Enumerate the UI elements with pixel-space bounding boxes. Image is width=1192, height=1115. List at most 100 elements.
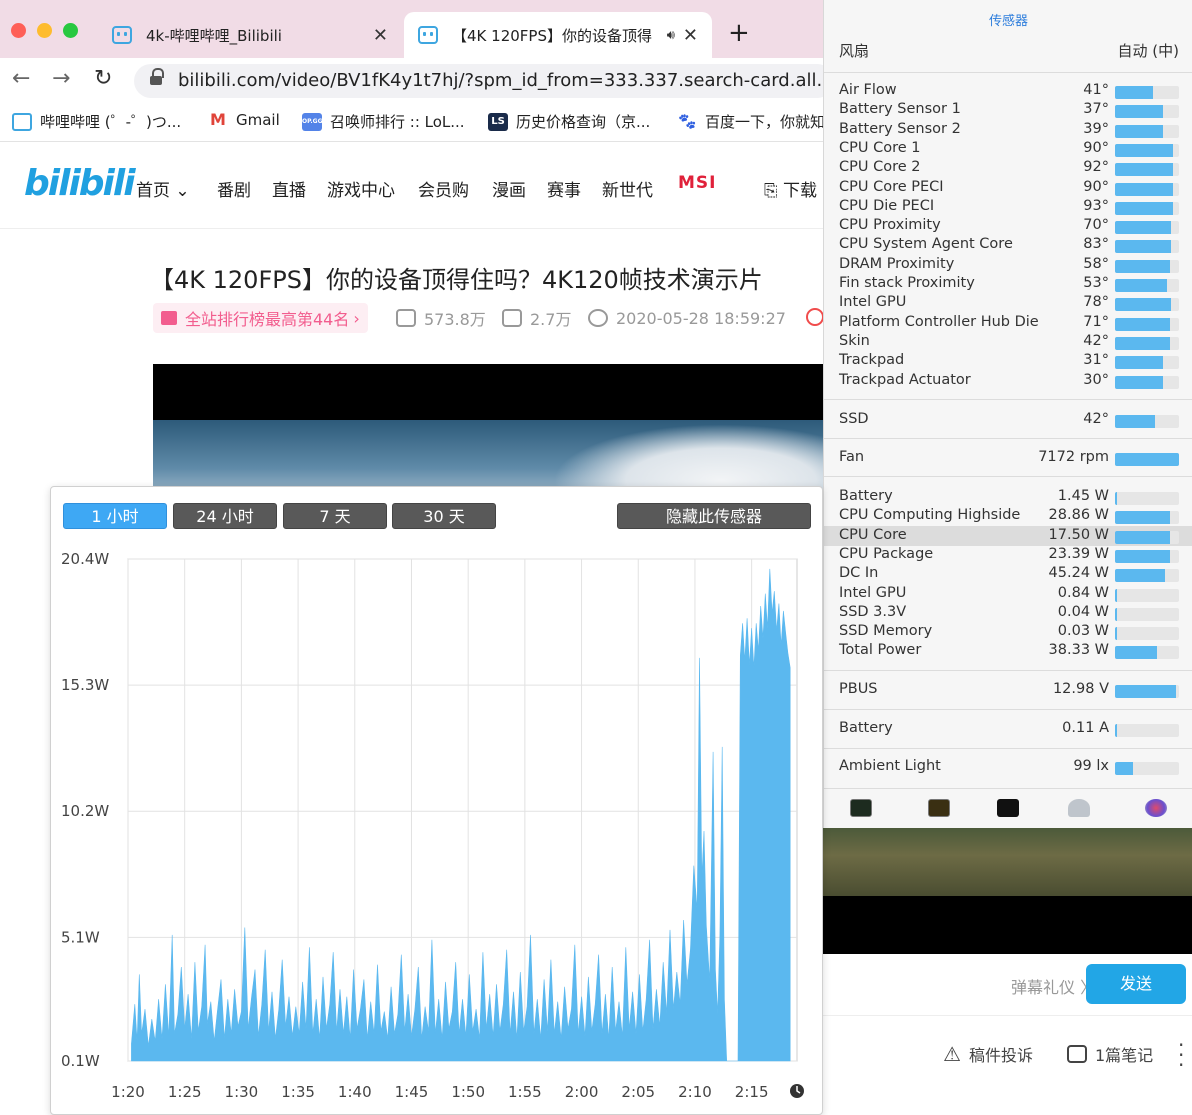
sensor-row-power[interactable]: Battery 1.45 W — [839, 488, 1179, 507]
terminal-icon[interactable] — [997, 799, 1019, 817]
sensor-row-ssd[interactable]: SSD 42° — [839, 411, 1179, 430]
sensor-level-fill — [1115, 201, 1173, 215]
sensor-name: DRAM Proximity — [839, 255, 955, 272]
sensor-row-temperature[interactable]: Trackpad 31° — [839, 352, 1179, 371]
nav-new-era[interactable]: 新世代 — [602, 176, 653, 201]
close-icon[interactable]: ✕ — [683, 25, 698, 46]
nav-live[interactable]: 直播 — [272, 176, 306, 201]
sensor-row-temperature[interactable]: CPU Core PECI 90° — [839, 179, 1179, 198]
sensor-level-bar — [1115, 356, 1179, 370]
sensor-row-temperature[interactable]: CPU Core 2 92° — [839, 159, 1179, 178]
nav-shop[interactable]: 会员购 — [418, 176, 469, 201]
bilibili-logo[interactable]: bilibili — [24, 163, 136, 204]
sensor-row-temperature[interactable]: CPU System Agent Core 83° — [839, 236, 1179, 255]
video-frame-cloud — [553, 424, 823, 494]
back-arrow-icon[interactable]: ← — [12, 66, 30, 91]
sensor-row-temperature[interactable]: Trackpad Actuator 30° — [839, 372, 1179, 391]
range-24h-button[interactable]: 24 小时 — [173, 503, 277, 529]
danmaku-etiquette-link[interactable]: 弹幕礼仪 〉 — [1011, 974, 1096, 998]
sensor-row-temperature[interactable]: CPU Core 1 90° — [839, 140, 1179, 159]
url-text[interactable]: bilibili.com/video/BV1fK4y1t7hj/?spm_id_… — [178, 70, 823, 91]
x-tick-label: 1:30 — [225, 1083, 259, 1101]
close-icon[interactable]: ✕ — [373, 25, 388, 46]
sensor-row-temperature[interactable]: Intel GPU 78° — [839, 294, 1179, 313]
sensor-row-temperature[interactable]: CPU Proximity 70° — [839, 217, 1179, 236]
sensor-row-fan[interactable]: Fan 7172 rpm — [839, 449, 1179, 468]
fan-mode-row[interactable]: 风扇 自动 (中) — [839, 40, 1179, 61]
sensor-row-temperature[interactable]: DRAM Proximity 58° — [839, 256, 1179, 275]
range-30d-button[interactable]: 30 天 — [392, 503, 496, 529]
sensor-row-power[interactable]: Intel GPU 0.84 W — [839, 585, 1179, 604]
nav-download[interactable]: ⎘ 下载 — [764, 176, 817, 201]
sensor-level-fill — [1115, 240, 1171, 254]
sensor-level-bar — [1115, 492, 1179, 505]
address-bar[interactable]: bilibili.com/video/BV1fK4y1t7hj/?spm_id_… — [134, 64, 823, 98]
send-button[interactable]: 发送 — [1086, 964, 1186, 1004]
range-7d-button[interactable]: 7 天 — [283, 503, 387, 529]
sensor-row-temperature[interactable]: Battery Sensor 1 37° — [839, 101, 1179, 120]
sensor-row-temperature[interactable]: CPU Die PECI 93° — [839, 198, 1179, 217]
nav-game-center[interactable]: 游戏中心 — [327, 176, 395, 201]
nav-manga[interactable]: 漫画 — [492, 176, 526, 201]
disk-utility-icon[interactable] — [1145, 799, 1167, 817]
sensor-name: SSD — [839, 411, 869, 427]
sensor-row-temperature[interactable]: Skin 42° — [839, 333, 1179, 352]
tab-bilibili-search[interactable]: 4k-哔哩哔哩_Bilibili ✕ — [98, 12, 402, 58]
bookmark-opgg[interactable]: OP.GG 召唤师排行 :: LoL... — [302, 111, 465, 132]
sensor-row-power[interactable]: SSD 3.3V 0.04 W — [839, 604, 1179, 623]
report-button[interactable]: ⚠ 稿件投诉 — [943, 1042, 1033, 1066]
speaker-icon[interactable]: 🔊︎ — [667, 28, 675, 43]
sensor-row-power[interactable]: Total Power 38.33 W — [839, 642, 1179, 661]
notes-button[interactable]: 1篇笔记 — [1067, 1042, 1153, 1066]
range-1h-button[interactable]: 1 小时 — [63, 503, 167, 529]
fan-mode-label: 风扇 — [839, 42, 870, 60]
video-player[interactable] — [153, 364, 823, 494]
new-tab-button[interactable]: + — [728, 18, 750, 48]
hide-sensor-button[interactable]: 隐藏此传感器 — [617, 503, 811, 529]
bookmark-baidu[interactable]: 🐾︎ 百度一下，你就知 — [677, 111, 823, 132]
console-icon[interactable] — [928, 799, 950, 817]
sensor-row-temperature[interactable]: Platform Controller Hub Die 71° — [839, 314, 1179, 333]
view-count-value: 573.8万 — [424, 310, 486, 329]
x-tick-label: 1:25 — [168, 1083, 202, 1101]
zoom-window-button[interactable] — [63, 23, 78, 38]
sensor-row-power[interactable]: CPU Core 17.50 W — [824, 525, 1192, 546]
sensor-name: Ambient Light — [839, 758, 941, 774]
sensor-row-temperature[interactable]: Battery Sensor 2 39° — [839, 121, 1179, 140]
nav-bangumi[interactable]: 番剧 — [217, 176, 251, 201]
sensor-name: DC In — [839, 565, 879, 582]
bookmark-ls[interactable]: LS 历史价格查询（京... — [488, 111, 650, 132]
sensor-name: Total Power — [839, 642, 922, 659]
gmail-icon: M — [210, 110, 226, 129]
bookmark-gmail[interactable]: M Gmail — [208, 110, 280, 130]
more-options-icon[interactable]: · · · — [1178, 1035, 1184, 1075]
sensor-row-power[interactable]: CPU Package 23.39 W — [839, 546, 1179, 565]
sensor-row-power[interactable]: CPU Computing Highside 28.86 W — [839, 507, 1179, 526]
sensor-row-temperature[interactable]: Air Flow 41° — [839, 82, 1179, 101]
tab-video[interactable]: 【4K 120FPS】你的设备顶得 🔊︎ ✕ — [404, 12, 712, 58]
system-info-icon[interactable] — [1068, 799, 1090, 817]
fan-mode-value[interactable]: 自动 (中) — [1118, 40, 1179, 61]
rank-badge[interactable]: 全站排行榜最高第44名 › — [153, 303, 368, 333]
bookmark-bilibili[interactable]: 哔哩哔哩 (゜-゜)つ... — [12, 111, 181, 132]
sensor-row-current[interactable]: Battery 0.11 A — [839, 720, 1179, 739]
sensor-row-power[interactable]: DC In 45.24 W — [839, 565, 1179, 584]
nav-msi[interactable]: MSI — [678, 173, 717, 193]
close-window-button[interactable] — [11, 23, 26, 38]
activity-monitor-icon[interactable] — [850, 799, 872, 817]
forward-arrow-icon[interactable]: → — [52, 66, 70, 91]
nav-home[interactable]: 首页 ⌄ — [136, 176, 190, 201]
minimize-window-button[interactable] — [37, 23, 52, 38]
report-label: 稿件投诉 — [968, 1046, 1033, 1065]
sensor-row-temperature[interactable]: Fin stack Proximity 53° — [839, 275, 1179, 294]
lock-icon[interactable] — [150, 68, 164, 86]
reload-icon[interactable]: ↻ — [94, 66, 112, 91]
sensor-row-ambient-light[interactable]: Ambient Light 99 lx — [839, 758, 1179, 777]
video-actions: ⚠ 稿件投诉 1篇笔记 · · · — [823, 1016, 1192, 1115]
sensor-row-voltage[interactable]: PBUS 12.98 V — [839, 681, 1179, 700]
sensor-row-power[interactable]: SSD Memory 0.03 W — [839, 623, 1179, 642]
sensor-name: Battery Sensor 2 — [839, 120, 961, 137]
nav-esports[interactable]: 赛事 — [547, 176, 581, 201]
sensor-level-bar — [1115, 685, 1179, 698]
sensor-name: CPU System Agent Core — [839, 236, 1013, 253]
